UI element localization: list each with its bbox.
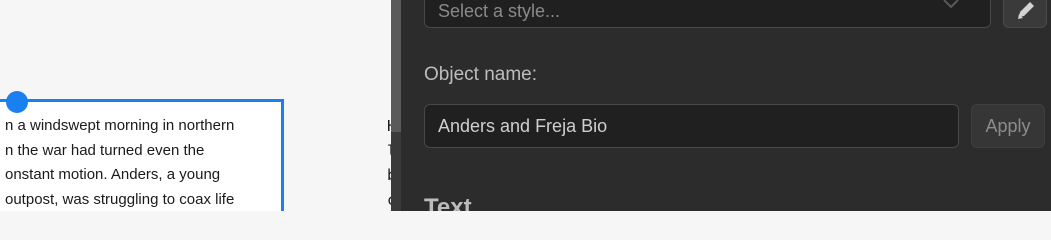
style-select[interactable]: Select a style...	[424, 0, 991, 28]
object-name-input[interactable]	[424, 104, 959, 148]
text-section-heading: Text	[424, 194, 472, 211]
splitter-scroll-thumb[interactable]	[391, 0, 401, 132]
chevron-down-icon	[942, 0, 960, 15]
document-canvas[interactable]: n a windswept morning in northern n the …	[0, 0, 391, 211]
properties-panel: Select a style... Object name: Apply Tex…	[401, 0, 1051, 211]
frame-text-content: n a windswept morning in northern n the …	[5, 117, 235, 208]
object-name-label: Object name:	[424, 64, 537, 85]
style-select-placeholder: Select a style...	[438, 1, 561, 21]
frame-resize-handle[interactable]	[6, 91, 28, 113]
edit-style-button[interactable]	[1003, 0, 1047, 28]
apply-button[interactable]: Apply	[971, 104, 1045, 148]
